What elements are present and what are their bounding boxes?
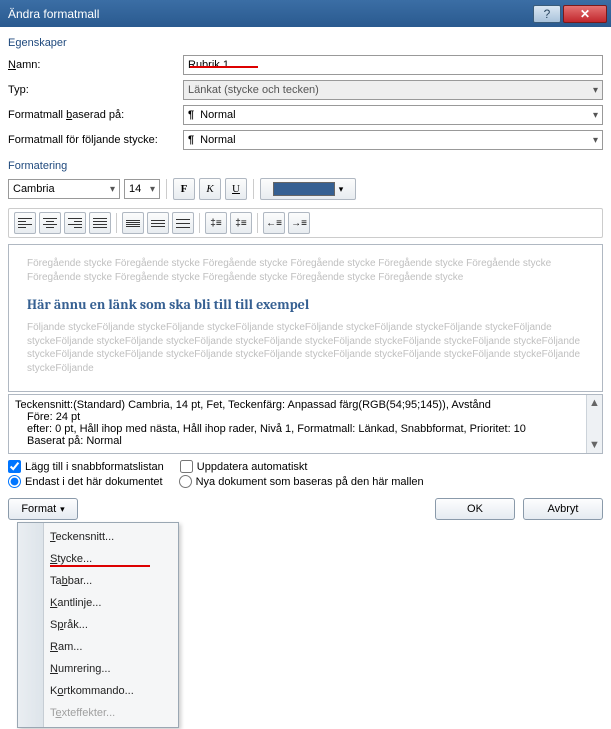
font-color-button[interactable]: ▾ (260, 178, 356, 200)
next-style-label: Formatmall för följande stycke: (8, 134, 183, 146)
menu-language[interactable]: Språk... (18, 614, 178, 636)
title-text: Ändra formatmall (8, 7, 533, 21)
info-line-2: Före: 24 pt (15, 411, 596, 423)
color-swatch (273, 182, 335, 196)
menu-shortcut[interactable]: Kortkommando... (18, 680, 178, 702)
menu-frame[interactable]: Ram... (18, 636, 178, 658)
info-line-1: Teckensnitt:(Standard) Cambria, 14 pt, F… (15, 399, 596, 411)
info-line-4: Baserat på: Normal (15, 435, 596, 447)
scroll-down-icon[interactable]: ▼ (589, 439, 600, 451)
type-label: Typ: (8, 84, 183, 96)
line-spacing-2-button[interactable] (172, 212, 194, 234)
info-scrollbar[interactable]: ▲▼ (586, 395, 602, 453)
preview-before-text: Föregående stycke Föregående stycke Före… (27, 257, 584, 284)
align-center-button[interactable] (39, 212, 61, 234)
paragraph-toolbar: ‡≡ ‡≡ ←≡ →≡ (8, 208, 603, 238)
based-on-select[interactable]: ¶Normal (183, 105, 603, 125)
line-spacing-15-button[interactable] (147, 212, 169, 234)
auto-update-checkbox[interactable]: Uppdatera automatiskt (180, 460, 308, 473)
info-line-3: efter: 0 pt, Håll ihop med nästa, Håll i… (15, 423, 596, 435)
menu-numbering[interactable]: Numrering... (18, 658, 178, 680)
style-info-box: Teckensnitt:(Standard) Cambria, 14 pt, F… (8, 394, 603, 454)
preview-after-text: Följande styckeFöljande styckeFöljande s… (27, 321, 584, 375)
based-on-label: Formatmall baserad på: (8, 109, 183, 121)
bold-button[interactable]: F (173, 178, 195, 200)
titlebar: Ändra formatmall ? ✕ (0, 0, 611, 27)
menu-tabs[interactable]: Tabbar... (18, 570, 178, 592)
underline-button[interactable]: U (225, 178, 247, 200)
preview-pane: Föregående stycke Föregående stycke Före… (8, 244, 603, 392)
decrease-space-before-button[interactable]: ‡≡ (230, 212, 252, 234)
align-right-button[interactable] (64, 212, 86, 234)
annotation-underline-name (190, 66, 258, 68)
format-menu: Teckensnitt... Stycke... Tabbar... Kantl… (17, 522, 179, 728)
menu-text-effects: Texteffekter... (18, 702, 178, 724)
italic-button[interactable]: K (199, 178, 221, 200)
line-spacing-1-button[interactable] (122, 212, 144, 234)
only-this-doc-radio[interactable]: Endast i det här dokumentet (8, 475, 163, 488)
preview-heading: Här ännu en länk som ska bli till till e… (27, 296, 584, 313)
align-left-button[interactable] (14, 212, 36, 234)
align-justify-button[interactable] (89, 212, 111, 234)
help-button[interactable]: ? (533, 5, 561, 23)
cancel-button[interactable]: Avbryt (523, 498, 603, 520)
decrease-indent-button[interactable]: ←≡ (263, 212, 285, 234)
add-quicklist-checkbox[interactable]: Lägg till i snabbformatslistan (8, 460, 164, 473)
ok-button[interactable]: OK (435, 498, 515, 520)
name-input[interactable] (183, 55, 603, 75)
size-select[interactable]: 14 (124, 179, 160, 199)
type-select: Länkat (stycke och tecken) (183, 80, 603, 100)
scroll-up-icon[interactable]: ▲ (589, 397, 600, 409)
font-select[interactable]: Cambria (8, 179, 120, 199)
increase-space-before-button[interactable]: ‡≡ (205, 212, 227, 234)
next-style-select[interactable]: ¶Normal (183, 130, 603, 150)
increase-indent-button[interactable]: →≡ (288, 212, 310, 234)
annotation-underline-stycke (50, 565, 150, 567)
name-label: Namn: (8, 59, 183, 71)
menu-border[interactable]: Kantlinje... (18, 592, 178, 614)
section-properties: Egenskaper (8, 37, 603, 49)
close-button[interactable]: ✕ (563, 5, 607, 23)
section-formatting: Formatering (8, 160, 603, 172)
new-docs-radio[interactable]: Nya dokument som baseras på den här mall… (179, 475, 424, 488)
menu-font[interactable]: Teckensnitt... (18, 526, 178, 548)
format-button[interactable]: Format (8, 498, 78, 520)
